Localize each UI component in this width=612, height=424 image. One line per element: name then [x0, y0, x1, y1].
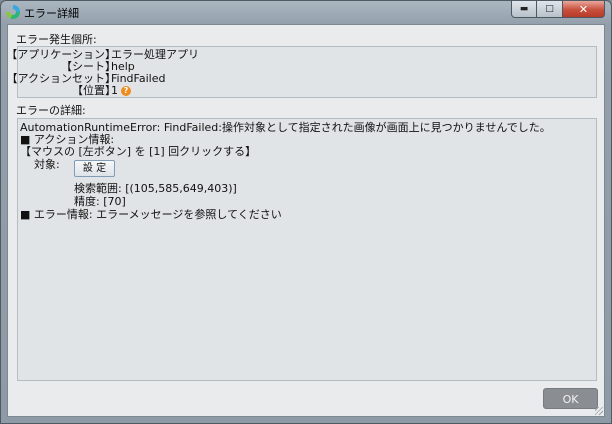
- details-label: エラーの詳細:: [16, 104, 86, 117]
- location-label: エラー発生個所:: [16, 33, 97, 46]
- maximize-button[interactable]: □: [537, 1, 563, 18]
- action-description: 【マウスの [左ボタン] を [1] 回クリックする】: [20, 145, 257, 158]
- app-logo-icon: [6, 5, 20, 19]
- accuracy: 精度: [70]: [74, 195, 126, 208]
- window-controls: ▬ □ ✕: [511, 1, 605, 18]
- error-info: ■ エラー情報: エラーメッセージを参照してください: [20, 208, 282, 221]
- window-title: エラー詳細: [24, 7, 79, 20]
- search-range: 検索範囲: [(105,585,649,403)]: [74, 182, 237, 195]
- resize-grip[interactable]: [595, 407, 603, 415]
- location-row-position: 【位置】 1?: [18, 84, 596, 97]
- details-panel: AutomationRuntimeError: FindFailed:操作対象と…: [17, 118, 597, 381]
- close-button[interactable]: ✕: [563, 1, 605, 18]
- position-value: 1: [111, 84, 118, 97]
- ok-button[interactable]: OK: [543, 388, 598, 409]
- title-bar[interactable]: エラー詳細 ▬ □ ✕: [1, 1, 611, 23]
- target-label: 対象:: [34, 158, 60, 171]
- minimize-button[interactable]: ▬: [511, 1, 537, 18]
- location-value: 1?: [111, 84, 131, 97]
- dialog-body: エラー発生個所: 【アプリケーション】 エラー処理アプリ 【シート】 help …: [6, 24, 605, 417]
- error-detail-window: エラー詳細 ▬ □ ✕ エラー発生個所: 【アプリケーション】 エラー処理アプリ…: [0, 0, 612, 424]
- location-panel: 【アプリケーション】 エラー処理アプリ 【シート】 help 【アクションセット…: [6, 46, 597, 98]
- help-icon[interactable]: ?: [121, 86, 131, 96]
- target-image-button[interactable]: 設 定: [74, 160, 115, 177]
- location-key: 【位置】: [72, 84, 116, 97]
